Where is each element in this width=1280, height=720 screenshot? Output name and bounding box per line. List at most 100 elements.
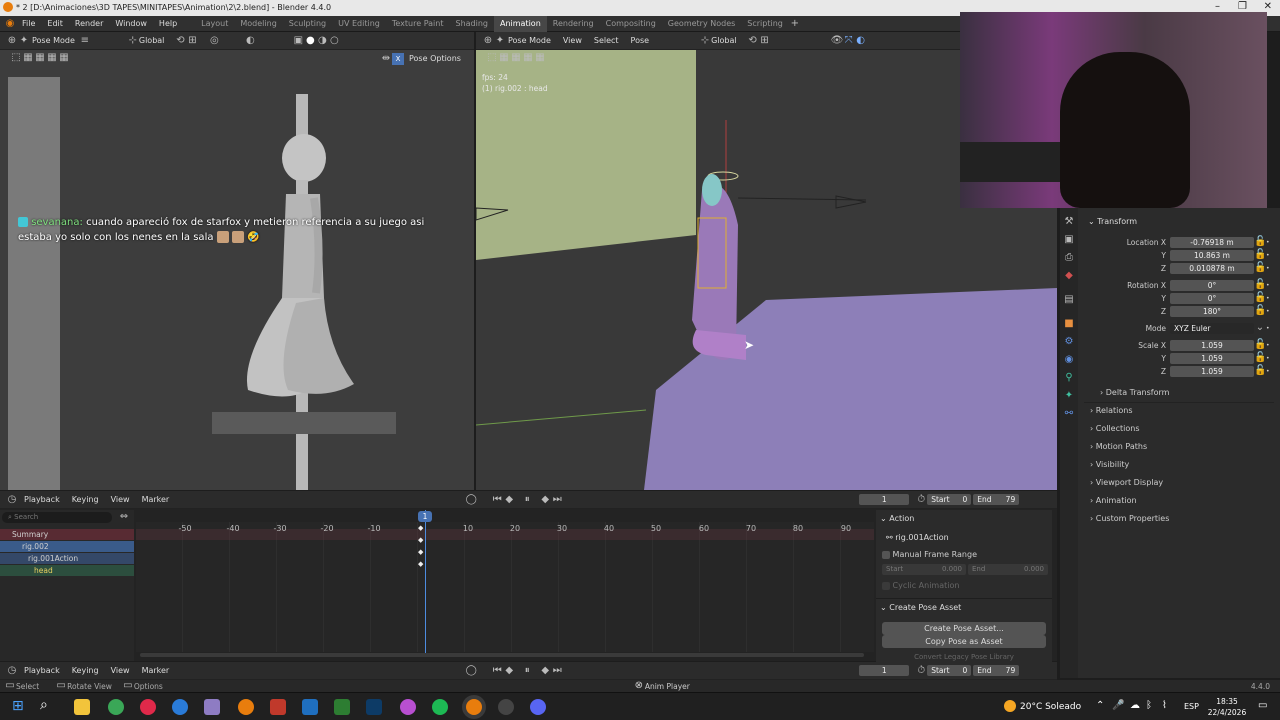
snap-icon[interactable]: ⊞ <box>759 35 771 47</box>
select-mode-extend-icon[interactable]: ▦ <box>510 52 522 64</box>
copy-pose-as-asset-button[interactable]: Copy Pose as Asset <box>882 635 1046 648</box>
jump-start-icon[interactable]: ⏮ <box>491 494 503 506</box>
record-icon[interactable]: ◯ <box>465 494 477 506</box>
pivot-icon[interactable]: ⟲ <box>747 35 759 47</box>
photos-icon[interactable] <box>302 699 318 715</box>
select-mode-subtract-icon[interactable]: ▦ <box>522 52 534 64</box>
lock-icon[interactable]: 🔓 <box>1254 262 1266 274</box>
lock-icon[interactable]: 🔓 <box>1254 352 1266 364</box>
lock-icon[interactable]: 🔓 <box>1254 305 1266 317</box>
spotify-icon[interactable] <box>432 699 448 715</box>
channel-action[interactable]: rig.001Action <box>0 553 134 564</box>
menu-window[interactable]: Window <box>109 16 153 32</box>
select-mode-extend-icon[interactable]: ▦ <box>34 52 46 64</box>
hamburger-icon[interactable]: ≡ <box>79 35 91 47</box>
menu-render[interactable]: Render <box>69 16 109 32</box>
v-app-icon[interactable] <box>366 699 382 715</box>
tab-sculpting[interactable]: Sculpting <box>283 16 332 32</box>
relations-panel[interactable]: › Relations <box>1090 406 1133 415</box>
channel-summary[interactable]: Summary <box>0 529 134 540</box>
lock-icon[interactable]: 🔓 <box>1254 236 1266 248</box>
next-keyframe-icon[interactable]: ◆ <box>539 665 551 677</box>
menu-marker[interactable]: Marker <box>136 663 176 679</box>
editor-type-icon[interactable]: ⊕ <box>6 35 18 47</box>
action-end-field[interactable]: End 0.000 <box>968 564 1048 575</box>
tab-animation[interactable]: Animation <box>493 15 547 32</box>
menu-edit[interactable]: Edit <box>41 16 69 32</box>
editor-type-icon[interactable]: ◷ <box>6 494 18 506</box>
select-mode-new-icon[interactable]: ▦ <box>22 52 34 64</box>
language-indicator[interactable]: ESP <box>1184 702 1199 711</box>
convert-legacy-button[interactable]: Convert Legacy Pose Library <box>882 653 1046 662</box>
chrome-icon[interactable] <box>108 699 124 715</box>
tab-texture-paint[interactable]: Texture Paint <box>386 16 450 32</box>
menu-playback[interactable]: Playback <box>18 663 66 679</box>
manual-frame-range-checkbox[interactable]: Manual Frame Range <box>882 550 977 559</box>
menu-view[interactable]: View <box>105 663 136 679</box>
create-pose-asset-button[interactable]: Create Pose Asset... <box>882 622 1046 635</box>
cyclic-animation-checkbox[interactable]: Cyclic Animation <box>882 581 959 590</box>
record-icon[interactable]: ◯ <box>465 665 477 677</box>
pause-icon[interactable]: ⏸ <box>521 494 533 506</box>
visibility-icon[interactable]: 👁 <box>831 35 844 47</box>
menu-view[interactable]: View <box>557 33 588 49</box>
scale-y-field[interactable]: 1.059 <box>1170 352 1254 364</box>
opera-icon[interactable] <box>140 699 156 715</box>
tab-rendering[interactable]: Rendering <box>547 16 600 32</box>
menu-file[interactable]: File <box>16 16 41 32</box>
app-icon[interactable] <box>270 699 286 715</box>
edge-icon[interactable] <box>172 699 188 715</box>
menu-keying[interactable]: Keying <box>66 492 105 508</box>
notifications-icon[interactable]: ▭ <box>1258 700 1267 711</box>
playhead-frame-label[interactable]: 1 <box>418 511 432 522</box>
obs-icon[interactable] <box>498 699 514 715</box>
blender-menu-icon[interactable]: ◉ <box>4 18 16 30</box>
transform-panel-header[interactable]: ⌄ Transform <box>1088 217 1137 226</box>
x-mirror-icon[interactable]: X <box>392 52 404 65</box>
orientation-select[interactable]: Global <box>711 36 737 45</box>
discord-icon[interactable] <box>530 699 546 715</box>
menu-marker[interactable]: Marker <box>136 492 176 508</box>
channel-search-input[interactable]: ⌕ Search <box>2 512 112 523</box>
pause-icon[interactable]: ⏸ <box>521 665 533 677</box>
blender-taskbar-icon[interactable] <box>238 699 254 715</box>
editor-type-icon[interactable]: ◷ <box>6 665 18 677</box>
object-tab-icon[interactable]: ■ <box>1063 318 1075 330</box>
physics-tab-icon[interactable]: ◉ <box>1063 354 1075 366</box>
tab-compositing[interactable]: Compositing <box>600 16 662 32</box>
clock[interactable]: 18:35 22/4/2026 <box>1206 696 1248 718</box>
weather-text[interactable]: 20°C Soleado <box>1020 702 1081 712</box>
rotation-y-field[interactable]: 0° <box>1170 292 1254 304</box>
tab-scripting[interactable]: Scripting <box>741 16 789 32</box>
select-mode-new-icon[interactable]: ▦ <box>498 52 510 64</box>
jump-end-icon[interactable]: ⏭ <box>551 494 563 506</box>
maximize-icon[interactable]: ❐ <box>1238 1 1247 12</box>
constraint-tab-icon[interactable]: ⚲ <box>1063 372 1075 384</box>
xray-icon[interactable]: ▣ <box>292 35 304 47</box>
select-mode-invert-icon[interactable]: ▦ <box>58 52 70 64</box>
cloud-icon[interactable]: ☁ <box>1130 700 1140 711</box>
jump-end-icon[interactable]: ⏭ <box>551 665 563 677</box>
orientation-select[interactable]: Global <box>139 36 165 45</box>
minimize-icon[interactable]: – <box>1215 1 1220 12</box>
current-frame-field[interactable]: 1 <box>859 494 910 505</box>
action-name[interactable]: ⚯ rig.001Action <box>886 533 949 542</box>
motion-paths-panel[interactable]: › Motion Paths <box>1090 442 1147 451</box>
action-panel-header[interactable]: ⌄ Action <box>880 514 914 523</box>
location-x-field[interactable]: -0.76918 m <box>1170 236 1254 248</box>
channel-rig[interactable]: rig.002 <box>0 541 134 552</box>
data-tab-icon[interactable]: ✦ <box>1063 390 1075 402</box>
overlay-icon[interactable]: ◐ <box>244 35 256 47</box>
windows-start-icon[interactable]: ⊞ <box>12 698 24 714</box>
bone-tab-icon[interactable]: ⚯ <box>1063 408 1075 420</box>
filter-icon[interactable]: ⇔ <box>118 511 130 523</box>
collections-panel[interactable]: › Collections <box>1090 424 1140 433</box>
end-frame-field[interactable]: End 79 <box>973 494 1020 505</box>
visibility-panel[interactable]: › Visibility <box>1090 460 1129 469</box>
menu-select[interactable]: Select <box>588 33 625 49</box>
menu-playback[interactable]: Playback <box>18 492 66 508</box>
pose-options-button[interactable]: Pose Options <box>404 52 466 65</box>
keyframe-diamond[interactable]: ◆ <box>418 524 423 532</box>
scale-x-field[interactable]: 1.059 <box>1170 339 1254 351</box>
close-icon[interactable]: ✕ <box>1264 1 1272 12</box>
